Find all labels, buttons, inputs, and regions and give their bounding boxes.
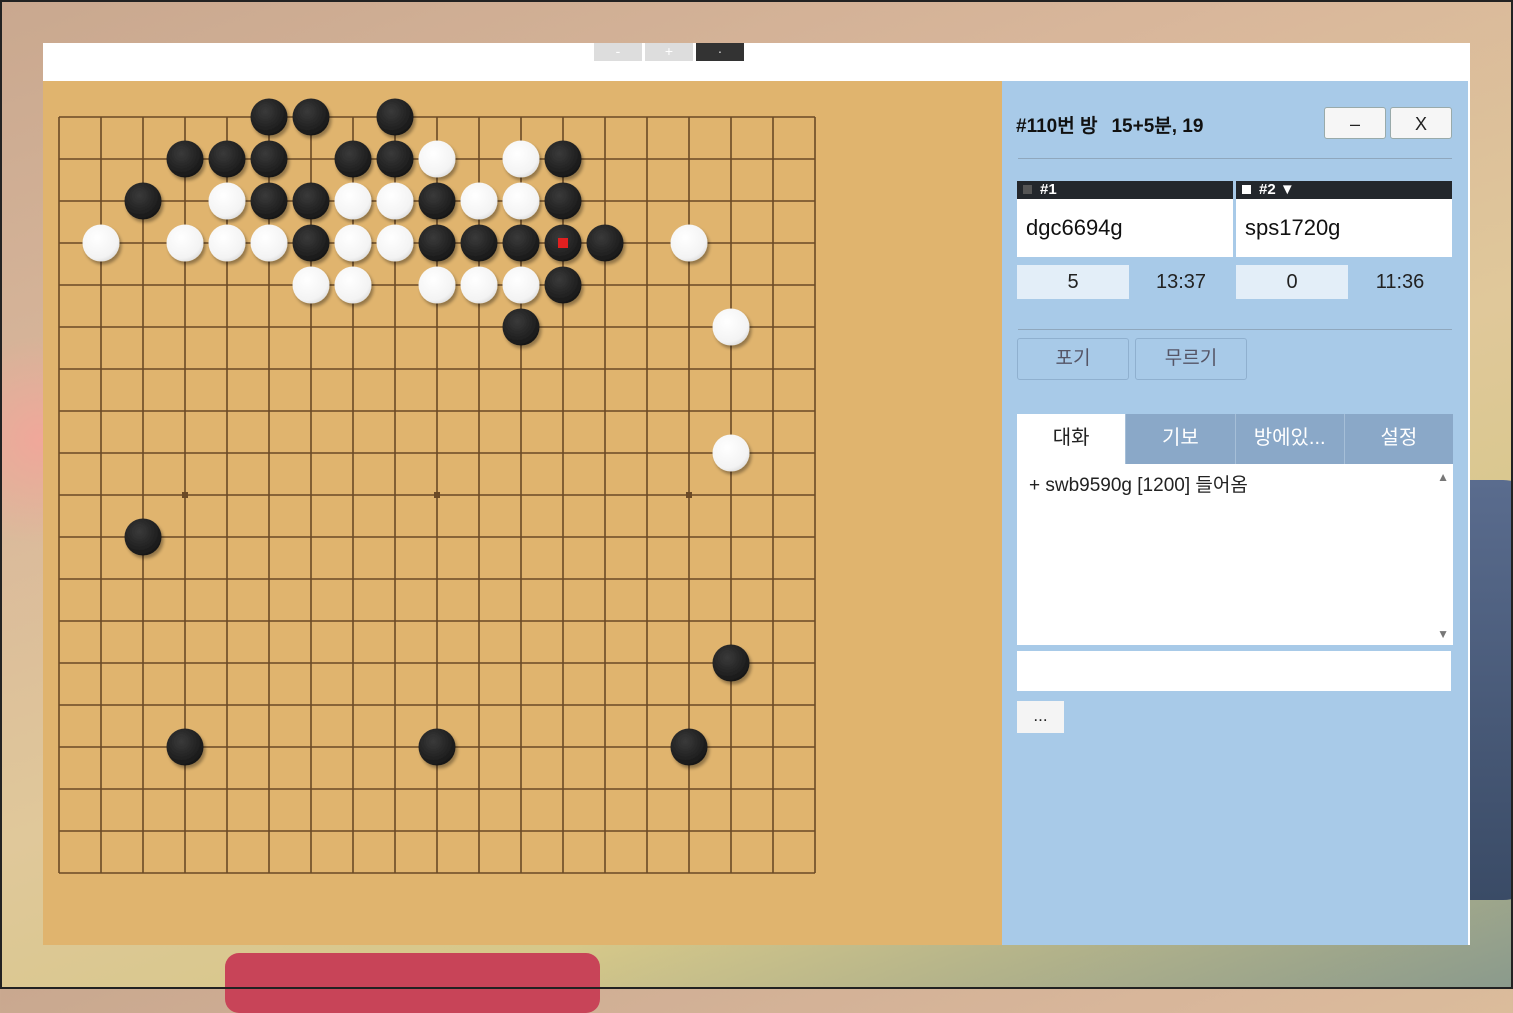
chat-input[interactable] <box>1017 651 1451 691</box>
zoom-in-button[interactable]: + <box>645 43 693 61</box>
player-time: 13:37 <box>1155 271 1207 293</box>
white-stone <box>334 266 372 304</box>
player-time: 11:36 <box>1375 271 1425 293</box>
white-stone <box>208 224 246 262</box>
white-stone <box>208 182 246 220</box>
board-area <box>43 81 1002 945</box>
white-stone <box>166 224 204 262</box>
black-stone <box>376 140 414 178</box>
player-card-2: #2 ▼ sps1720g 0 11:36 <box>1236 181 1452 301</box>
white-stone <box>418 266 456 304</box>
tab-settings[interactable]: 설정 <box>1343 414 1453 464</box>
black-stone <box>670 728 708 766</box>
minimize-button[interactable]: – <box>1324 107 1386 139</box>
white-stone <box>502 140 540 178</box>
room-settings: 15+5분, 19 <box>1111 116 1204 137</box>
player-stats: 5 13:37 <box>1017 265 1233 301</box>
white-stone <box>460 266 498 304</box>
player-color-square-icon <box>1242 185 1251 194</box>
white-stone <box>292 266 330 304</box>
black-stone <box>250 182 288 220</box>
background-blur-shape <box>225 953 600 1013</box>
player-card-1: #1 dgc6694g 5 13:37 <box>1017 181 1233 301</box>
black-stone <box>544 182 582 220</box>
black-stone <box>208 140 246 178</box>
black-stone <box>418 182 456 220</box>
panel-tabs: 대화 기보 방에있... 설정 <box>1017 414 1453 464</box>
player-slot-header: #2 ▼ <box>1236 181 1452 199</box>
last-move-marker <box>558 238 568 248</box>
zoom-reset-button[interactable]: · <box>696 43 744 61</box>
resign-button[interactable]: 포기 <box>1017 338 1129 380</box>
black-stone <box>544 140 582 178</box>
black-stone <box>712 644 750 682</box>
tab-chat[interactable]: 대화 <box>1017 414 1126 464</box>
black-stone <box>586 224 624 262</box>
black-stone <box>292 98 330 136</box>
black-stone <box>124 182 162 220</box>
black-stone <box>460 224 498 262</box>
undo-button[interactable]: 무르기 <box>1135 338 1247 380</box>
black-stone <box>250 98 288 136</box>
black-stone <box>376 98 414 136</box>
white-stone <box>250 224 288 262</box>
white-stone <box>82 224 120 262</box>
white-stone <box>502 182 540 220</box>
scroll-up-icon[interactable]: ▲ <box>1437 470 1449 484</box>
black-stone <box>166 728 204 766</box>
player-name: sps1720g <box>1236 199 1452 257</box>
black-stone <box>544 266 582 304</box>
player-color-square-icon <box>1023 185 1032 194</box>
black-stone <box>418 728 456 766</box>
player-score: 5 <box>1017 265 1129 299</box>
white-stone <box>712 434 750 472</box>
room-title: #110번 방 15+5분, 19 <box>1016 111 1203 138</box>
more-button[interactable]: ... <box>1017 701 1064 733</box>
star-point <box>686 492 692 498</box>
player-slot: #1 <box>1040 181 1057 198</box>
white-stone <box>334 224 372 262</box>
divider <box>1018 158 1452 159</box>
player-slot-header: #1 <box>1017 181 1233 199</box>
star-point <box>182 492 188 498</box>
divider <box>1018 329 1452 330</box>
white-stone <box>418 140 456 178</box>
white-stone <box>460 182 498 220</box>
player-name: dgc6694g <box>1017 199 1233 257</box>
white-stone <box>376 182 414 220</box>
close-button[interactable]: X <box>1390 107 1452 139</box>
chat-log[interactable]: + swb9590g [1200] 들어옴 ▲ ▼ <box>1017 464 1453 645</box>
black-stone <box>292 182 330 220</box>
tab-record[interactable]: 기보 <box>1125 414 1235 464</box>
black-stone <box>250 140 288 178</box>
black-stone <box>334 140 372 178</box>
star-point <box>434 492 440 498</box>
white-stone <box>376 224 414 262</box>
black-stone <box>418 224 456 262</box>
white-stone <box>670 224 708 262</box>
black-stone <box>502 224 540 262</box>
black-stone <box>166 140 204 178</box>
player-score: 0 <box>1236 265 1348 299</box>
zoom-out-button[interactable]: - <box>594 43 642 61</box>
white-stone <box>334 182 372 220</box>
scroll-down-icon[interactable]: ▼ <box>1437 627 1449 641</box>
side-panel: #110번 방 15+5분, 19 – X #1 dgc6694g 5 13:37… <box>1002 81 1468 945</box>
black-stone <box>502 308 540 346</box>
tab-room-users[interactable]: 방에있... <box>1234 414 1344 464</box>
chat-message: + swb9590g [1200] 들어옴 <box>1029 475 1248 496</box>
game-window: - + · #110번 방 15+5분, 19 – X #1 dgc6694g 5… <box>43 43 1470 945</box>
room-number: #110번 방 <box>1016 116 1098 137</box>
white-stone <box>502 266 540 304</box>
player-stats: 0 11:36 <box>1236 265 1452 301</box>
black-stone <box>292 224 330 262</box>
white-stone <box>712 308 750 346</box>
player-slot: #2 ▼ <box>1259 181 1295 198</box>
black-stone <box>124 518 162 556</box>
go-board[interactable] <box>43 81 1002 945</box>
window-top-bar: - + · <box>43 43 1470 81</box>
